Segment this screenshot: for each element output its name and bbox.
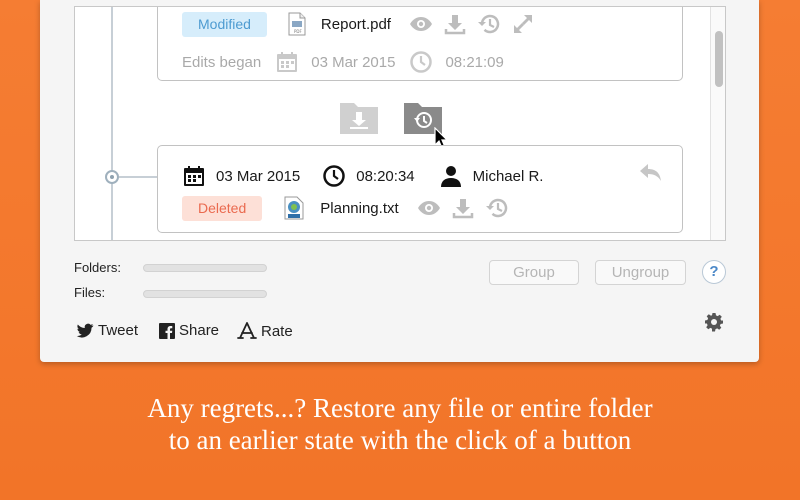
gear-icon[interactable] (704, 312, 724, 332)
undo-icon[interactable] (638, 162, 664, 184)
folders-progress-bar (143, 264, 267, 272)
expand-icon[interactable] (511, 12, 535, 36)
download-icon[interactable] (451, 196, 475, 220)
history-card-modified[interactable]: Modified PDF Report.pdf Edits began 03 M… (157, 7, 683, 81)
calendar-icon (184, 166, 204, 186)
app-window: Modified PDF Report.pdf Edits began 03 M… (40, 0, 759, 362)
calendar-icon (277, 52, 298, 72)
card-file-row: Deleted Planning.txt (182, 195, 509, 221)
folder-download-icon[interactable] (339, 99, 379, 135)
marketing-caption: Any regrets...? Restore any file or enti… (0, 392, 800, 456)
folders-label: Folders: (74, 260, 121, 275)
history-icon[interactable] (485, 196, 509, 220)
clock-icon (323, 165, 345, 187)
card-edits-row: Edits began 03 Mar 2015 08:21:09 (182, 49, 504, 75)
eye-icon[interactable] (409, 12, 433, 36)
share-button[interactable]: Share (159, 322, 219, 339)
ungroup-button[interactable]: Ungroup (595, 260, 686, 285)
timeline-branch (119, 176, 157, 178)
scrollbar[interactable] (710, 7, 725, 240)
history-timeline-panel: Modified PDF Report.pdf Edits began 03 M… (74, 6, 726, 241)
rate-button[interactable]: Rate (237, 322, 293, 340)
group-button[interactable]: Group (489, 260, 579, 285)
clock-icon (410, 51, 433, 73)
status-badge-modified: Modified (182, 11, 267, 37)
files-progress-bar (143, 290, 267, 298)
scrollbar-thumb[interactable] (715, 31, 723, 87)
rate-label: Rate (261, 322, 293, 340)
edits-began-label: Edits began (182, 53, 262, 71)
history-card-deleted[interactable]: 03 Mar 2015 08:20:34 Michael R. Deleted … (157, 145, 683, 233)
eye-icon[interactable] (417, 196, 441, 220)
facebook-icon (159, 322, 175, 339)
download-icon[interactable] (443, 12, 467, 36)
appstore-icon (237, 322, 257, 339)
history-icon[interactable] (477, 12, 501, 36)
status-badge-deleted: Deleted (182, 195, 263, 221)
help-button[interactable]: ? (702, 260, 726, 284)
tweet-label: Tweet (98, 322, 139, 339)
user-name: Michael R. (472, 167, 544, 185)
pdf-file-icon: PDF (288, 12, 306, 36)
edit-date: 03 Mar 2015 (311, 53, 396, 71)
twitter-icon (76, 323, 94, 337)
svg-text:PDF: PDF (294, 29, 302, 34)
files-label: Files: (74, 285, 106, 300)
event-time: 08:20:34 (356, 167, 415, 185)
card-meta-row: 03 Mar 2015 08:20:34 Michael R. (182, 163, 543, 189)
timeline-node[interactable] (105, 170, 119, 184)
timeline-line (111, 7, 113, 240)
caption-line-1: Any regrets...? Restore any file or enti… (147, 393, 653, 423)
user-icon (440, 166, 461, 187)
file-name: Planning.txt (320, 199, 399, 217)
file-name: Report.pdf (320, 15, 391, 33)
edit-time: 08:21:09 (445, 53, 504, 71)
txt-file-icon (284, 196, 304, 220)
event-date: 03 Mar 2015 (216, 167, 301, 185)
caption-line-2: to an earlier state with the click of a … (168, 425, 632, 455)
share-label: Share (179, 322, 220, 339)
card-file-row: Modified PDF Report.pdf (182, 11, 535, 37)
tweet-button[interactable]: Tweet (76, 322, 138, 339)
